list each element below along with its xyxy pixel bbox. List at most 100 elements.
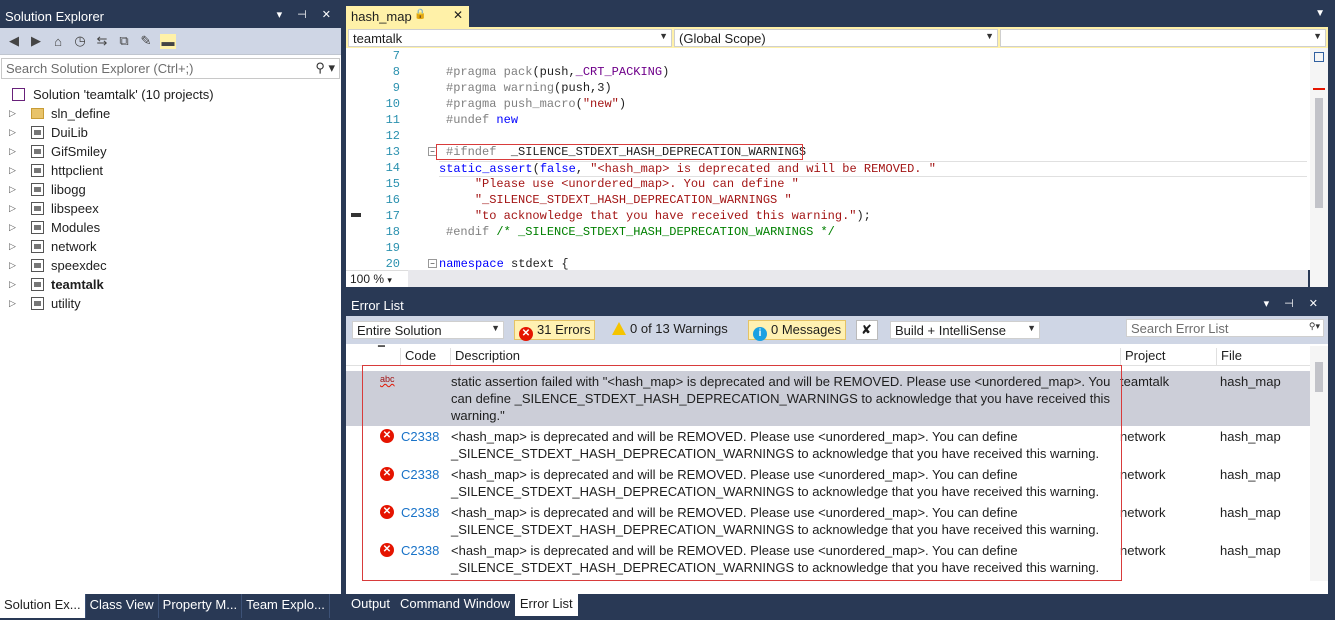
scope-filter-dropdown[interactable]: Entire Solution ▼	[352, 321, 504, 339]
tree-item-network[interactable]: ▷ network	[0, 237, 341, 256]
project-dropdown[interactable]: teamtalk ▼	[348, 29, 672, 47]
highlight-box-errors	[362, 365, 1122, 581]
line-number: 8	[392, 65, 400, 79]
expand-arrow-icon[interactable]: ▷	[9, 104, 16, 123]
tab-team-explorer[interactable]: Team Explo...	[242, 594, 330, 618]
line-number: 20	[385, 257, 400, 271]
solution-icon	[12, 88, 25, 101]
tree-item-label: speexdec	[51, 258, 107, 273]
panel-title-icons[interactable]: ▾ ⊣ ✕	[1264, 297, 1324, 310]
preview-icon[interactable]: ▬	[160, 33, 176, 49]
tree-item-gifsmiley[interactable]: ▷ GifSmiley	[0, 142, 341, 161]
code-line[interactable]: namespace stdext {	[439, 257, 569, 271]
expand-arrow-icon[interactable]: ▷	[9, 275, 16, 294]
tab-class-view[interactable]: Class View	[86, 594, 159, 618]
filter-icon[interactable]: ✘	[856, 320, 878, 340]
tree-item-speexdec[interactable]: ▷ speexdec	[0, 256, 341, 275]
fold-marker-namespace-icon[interactable]: −	[428, 259, 437, 268]
folder-icon	[31, 108, 44, 119]
search-icon[interactable]: ⚲ ▾	[315, 60, 335, 76]
error-project: network	[1120, 505, 1166, 520]
expand-arrow-icon[interactable]: ▷	[9, 199, 16, 218]
project-dropdown-value: teamtalk	[353, 31, 403, 46]
project-icon	[31, 297, 44, 310]
tab-output[interactable]: Output	[346, 594, 395, 616]
highlight-box-ifndef	[436, 144, 803, 160]
error-project: network	[1120, 429, 1166, 444]
tree-item-sln-define[interactable]: ▷ sln_define	[0, 104, 341, 123]
zoom-dropdown[interactable]: 100 % ▾	[346, 270, 408, 287]
bookmark-marker	[351, 213, 361, 217]
code-line[interactable]: "_SILENCE_STDEXT_HASH_DEPRECATION_WARNIN…	[446, 193, 792, 207]
expand-arrow-icon[interactable]: ▷	[9, 218, 16, 237]
scope-dropdown-value: (Global Scope)	[679, 31, 766, 46]
member-dropdown[interactable]: ▼	[1000, 29, 1326, 47]
code-line[interactable]: "to acknowledge that you have received t…	[446, 209, 871, 223]
line-number: 15	[385, 177, 400, 191]
back-icon[interactable]: ◀	[6, 33, 22, 49]
expand-arrow-icon[interactable]: ▷	[9, 142, 16, 161]
tree-item-teamtalk[interactable]: ▷ teamtalk	[0, 275, 341, 294]
solution-search-input[interactable]: Search Solution Explorer (Ctrl+;) ⚲ ▾	[1, 58, 340, 79]
expand-arrow-icon[interactable]: ▷	[9, 123, 16, 142]
code-line[interactable]: #undef new	[446, 113, 518, 127]
tree-item-utility[interactable]: ▷ utility	[0, 294, 341, 313]
expand-arrow-icon[interactable]: ▷	[9, 256, 16, 275]
expand-arrow-icon[interactable]: ▷	[9, 180, 16, 199]
error-list-vertical-scrollbar[interactable]	[1310, 346, 1328, 581]
build-filter-dropdown[interactable]: Build + IntelliSense ▼	[890, 321, 1040, 339]
line-number: 9	[392, 81, 400, 95]
tab-hash-map[interactable]: hash_map 🔒 ✕	[346, 6, 469, 27]
tree-item-duilib[interactable]: ▷ DuiLib	[0, 123, 341, 142]
error-search-input[interactable]: Search Error List ⚲▾	[1126, 319, 1324, 337]
code-editor[interactable]: 7 8 #pragma pack(push,_CRT_PACKING) 9 #pragm…	[346, 48, 1328, 287]
column-description[interactable]: Description	[450, 348, 520, 366]
tab-error-list[interactable]: Error List	[514, 594, 578, 616]
editor-vertical-scrollbar[interactable]	[1310, 48, 1328, 287]
tab-command-window[interactable]: Command Window	[395, 594, 515, 616]
tab-label: hash_map	[351, 9, 412, 24]
home-icon[interactable]: ⌂	[50, 34, 66, 49]
scroll-thumb[interactable]	[1315, 362, 1323, 392]
code-line[interactable]: #pragma pack(push,_CRT_PACKING)	[446, 65, 669, 79]
scope-dropdown[interactable]: (Global Scope) ▼	[674, 29, 998, 47]
close-icon[interactable]: ✕	[453, 8, 463, 22]
tab-property-manager[interactable]: Property M...	[159, 594, 243, 618]
scroll-thumb[interactable]	[1315, 98, 1323, 208]
tree-item-label: libspeex	[51, 201, 99, 216]
collapse-all-icon[interactable]: ⧉	[116, 33, 132, 49]
code-line[interactable]: static_assert(false, "<hash_map> is depr…	[439, 161, 1307, 177]
expand-arrow-icon[interactable]: ▷	[9, 161, 16, 180]
tree-item-httpclient[interactable]: ▷ httpclient	[0, 161, 341, 180]
errors-count: 31 Errors	[537, 322, 591, 337]
tree-item-libspeex[interactable]: ▷ libspeex	[0, 199, 341, 218]
navigation-bar: teamtalk ▼ (Global Scope) ▼ ▼	[346, 27, 1328, 48]
column-file[interactable]: File	[1216, 348, 1242, 366]
sort-icon[interactable]: ▔	[374, 346, 385, 364]
tab-solution-explorer[interactable]: Solution Ex...	[0, 594, 86, 618]
column-code[interactable]: Code	[400, 348, 436, 366]
error-list-header: ▔ Code Description Project File	[346, 346, 1310, 366]
warnings-filter-button[interactable]: 0 of 13 Warnings	[608, 320, 732, 340]
code-line[interactable]: #pragma warning(push,3)	[446, 81, 612, 95]
tab-overflow-dropdown-icon[interactable]: ▼	[1315, 8, 1325, 19]
expand-arrow-icon[interactable]: ▷	[9, 237, 16, 256]
solution-root[interactable]: Solution 'teamtalk' (10 projects)	[0, 85, 341, 104]
split-icon[interactable]	[1314, 52, 1324, 62]
search-icon[interactable]: ⚲▾	[1309, 321, 1320, 332]
errors-filter-button[interactable]: ✕ 31 Errors	[514, 320, 596, 341]
sync-icon[interactable]: ⇆	[94, 33, 110, 49]
editor-horizontal-scrollbar[interactable]	[408, 270, 1308, 287]
panel-title-icons[interactable]: ▾ ⊣ ✕	[277, 8, 337, 21]
code-line[interactable]: "Please use <unordered_map>. You can def…	[446, 177, 799, 191]
history-icon[interactable]: ◷	[72, 33, 88, 49]
code-line[interactable]: #endif /* _SILENCE_STDEXT_HASH_DEPRECATI…	[446, 225, 835, 239]
forward-icon[interactable]: ▶	[28, 33, 44, 49]
expand-arrow-icon[interactable]: ▷	[9, 294, 16, 313]
code-line[interactable]: #pragma push_macro("new")	[446, 97, 626, 111]
tree-item-libogg[interactable]: ▷ libogg	[0, 180, 341, 199]
properties-wrench-icon[interactable]: ✎	[138, 33, 154, 49]
messages-filter-button[interactable]: i 0 Messages	[748, 320, 847, 341]
column-project[interactable]: Project	[1120, 348, 1165, 366]
tree-item-modules[interactable]: ▷ Modules	[0, 218, 341, 237]
